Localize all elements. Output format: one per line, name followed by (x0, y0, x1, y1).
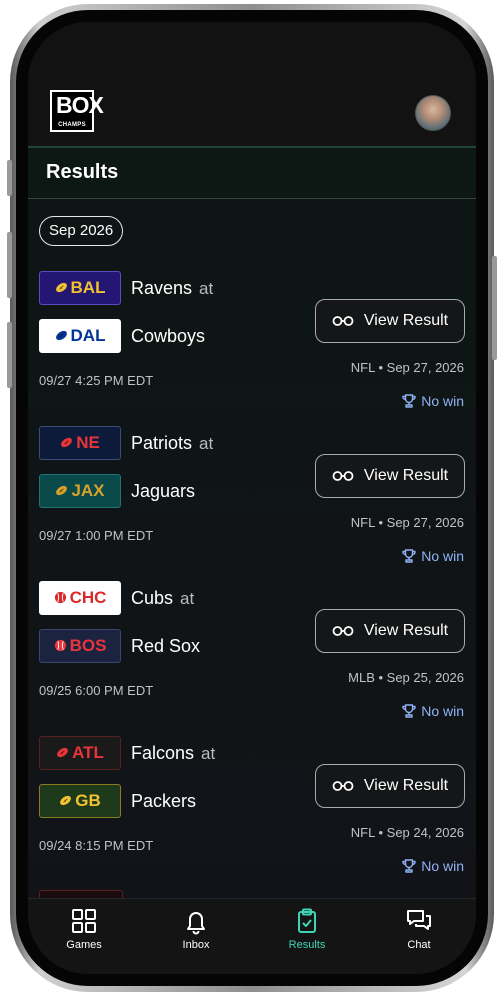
game-card: ATL Falcons GB Packers 09/24 8:15 PM EDT… (28, 736, 476, 886)
away-team-abbr: BAL (70, 278, 106, 297)
league-date: MLB • Sep 25, 2026 (348, 670, 464, 685)
away-team-name: Falcons (131, 743, 195, 763)
away-team-abbr: CHC (69, 588, 107, 607)
at-label: at (201, 744, 216, 763)
trophy-icon (402, 394, 416, 408)
glasses-icon (332, 471, 354, 481)
home-team-name: Red Sox (131, 636, 201, 656)
view-result-label: View Result (363, 312, 449, 329)
home-team-badge: BOS (39, 629, 121, 663)
silent-switch (7, 160, 12, 196)
game-time: 09/25 6:00 PM EDT (39, 683, 154, 698)
home-team-name: Cowboys (131, 326, 206, 346)
view-result-button[interactable]: View Result (315, 299, 465, 343)
app-screen: BOX CHAMPS Results Sep 2026 BAL Ravens D… (28, 22, 476, 974)
trophy-icon (402, 704, 416, 718)
baseball-icon (54, 639, 67, 654)
view-result-button[interactable]: View Result (315, 454, 465, 498)
nav-chat-label: Chat (407, 939, 431, 951)
chat-bubbles-icon (407, 910, 431, 930)
nav-results-label: Results (288, 939, 326, 951)
result-status[interactable]: No win (401, 393, 464, 409)
home-team-badge: JAX (39, 474, 121, 508)
league-date: NFL • Sep 27, 2026 (350, 515, 464, 530)
month-chip[interactable]: Sep 2026 (39, 216, 124, 246)
football-icon (60, 436, 73, 451)
game-time: 09/27 1:00 PM EDT (39, 528, 154, 543)
glasses-icon (332, 626, 354, 636)
away-team-badge: BAL (39, 271, 121, 305)
league-date: NFL • Sep 27, 2026 (350, 360, 464, 375)
nav-inbox[interactable]: Inbox (156, 907, 236, 951)
logo-main-text: BOX (56, 92, 104, 118)
clipboard-check-icon (298, 908, 316, 933)
away-team-badge: ATL (39, 736, 121, 770)
boxchamps-logo[interactable]: BOX CHAMPS (50, 90, 104, 132)
football-icon (56, 746, 69, 761)
football-icon (55, 281, 68, 296)
game-time: 09/27 4:25 PM EDT (39, 373, 154, 388)
volume-down-button (7, 322, 12, 388)
view-result-label: View Result (363, 622, 449, 639)
view-result-label: View Result (363, 777, 449, 794)
result-label: No win (421, 548, 464, 564)
result-label: No win (421, 703, 464, 719)
glasses-icon (332, 316, 354, 326)
nav-results[interactable]: Results (267, 907, 347, 951)
volume-up-button (7, 232, 12, 298)
glasses-icon (332, 781, 354, 791)
trophy-icon (402, 549, 416, 563)
game-card: NE Patriots JAX Jaguars 09/27 1:00 PM ED… (28, 426, 476, 576)
away-team-name: Cubs (131, 588, 174, 608)
section-header: Results (28, 148, 476, 199)
result-status[interactable]: No win (401, 548, 464, 564)
away-team-abbr: ATL (72, 743, 104, 762)
league-date: NFL • Sep 24, 2026 (350, 825, 464, 840)
nav-chat[interactable]: Chat (379, 907, 459, 951)
at-label: at (199, 279, 214, 298)
nav-games-label: Games (66, 939, 102, 951)
bottom-nav: Games Inbox Results Chat (28, 898, 476, 974)
away-team-name: Ravens (131, 278, 193, 298)
home-team-abbr: BOS (69, 636, 107, 655)
away-team-abbr: NE (76, 433, 100, 452)
view-result-button[interactable]: View Result (315, 609, 465, 653)
away-team-badge: NE (39, 426, 121, 460)
result-status[interactable]: No win (401, 858, 464, 874)
football-icon (59, 794, 72, 809)
at-label: at (180, 589, 195, 608)
top-header: BOX CHAMPS (28, 22, 476, 148)
logo-sub-text: CHAMPS (58, 122, 86, 128)
game-card: CHC Cubs BOS Red Sox 09/25 6:00 PM EDT V… (28, 581, 476, 731)
user-avatar[interactable] (415, 95, 451, 131)
home-team-abbr: JAX (71, 481, 105, 500)
view-result-label: View Result (363, 467, 449, 484)
baseball-icon (54, 591, 67, 606)
game-time: 09/24 8:15 PM EDT (39, 838, 154, 853)
home-team-badge: GB (39, 784, 121, 818)
view-result-button[interactable]: View Result (315, 764, 465, 808)
home-team-abbr: GB (75, 791, 101, 810)
page-title: Results (46, 161, 119, 183)
bell-icon (187, 912, 205, 935)
result-label: No win (421, 858, 464, 874)
power-button (492, 256, 497, 360)
game-card: BAL Ravens DAL Cowboys 09/27 4:25 PM EDT… (28, 271, 476, 421)
football-icon (55, 329, 68, 344)
trophy-icon (402, 859, 416, 873)
away-team-name: Patriots (131, 433, 193, 453)
result-label: No win (421, 393, 464, 409)
grid-icon (72, 909, 96, 933)
nav-inbox-label: Inbox (182, 939, 210, 951)
home-team-badge: DAL (39, 319, 121, 353)
home-team-name: Packers (131, 791, 197, 811)
home-team-name: Jaguars (131, 481, 196, 501)
at-label: at (199, 434, 214, 453)
away-team-badge: CHC (39, 581, 121, 615)
result-status[interactable]: No win (401, 703, 464, 719)
football-icon (55, 484, 68, 499)
home-team-abbr: DAL (70, 326, 106, 345)
nav-games[interactable]: Games (44, 907, 124, 951)
